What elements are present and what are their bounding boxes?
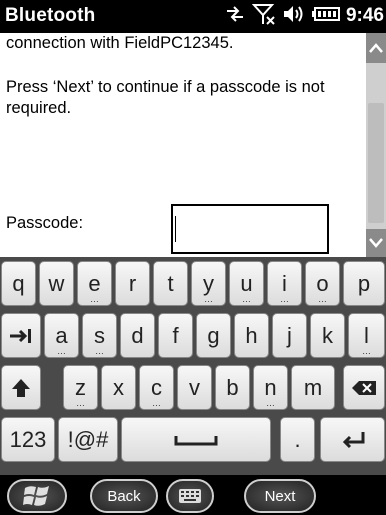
start-button[interactable] xyxy=(7,479,67,513)
more-chars-indicator: … xyxy=(90,294,99,304)
key-o[interactable]: o… xyxy=(305,261,340,306)
key-m[interactable]: m xyxy=(291,365,335,410)
enter-arrow-icon xyxy=(342,431,364,448)
period-key[interactable]: . xyxy=(280,417,315,462)
key-f[interactable]: f xyxy=(158,313,193,358)
key-v[interactable]: v xyxy=(177,365,212,410)
backspace-key[interactable] xyxy=(343,365,385,410)
key-b[interactable]: b xyxy=(215,365,250,410)
bottom-bar: Back Next xyxy=(0,475,386,515)
more-chars-indicator: … xyxy=(152,398,161,408)
more-chars-indicator: … xyxy=(57,346,66,356)
app-title: Bluetooth xyxy=(5,5,96,26)
enter-key[interactable] xyxy=(320,417,385,462)
data-sync-icon xyxy=(224,3,246,30)
key-a[interactable]: a… xyxy=(44,313,79,358)
key-j[interactable]: j xyxy=(272,313,307,358)
key-u[interactable]: u… xyxy=(229,261,264,306)
key-g[interactable]: g xyxy=(196,313,231,358)
chevron-down-icon xyxy=(369,238,383,248)
more-chars-indicator: … xyxy=(362,346,371,356)
key-r[interactable]: r xyxy=(115,261,150,306)
text-cursor xyxy=(175,216,176,242)
symbols-key[interactable]: !@# xyxy=(58,417,118,462)
key-k[interactable]: k xyxy=(310,313,345,358)
key-e[interactable]: e… xyxy=(77,261,112,306)
key-n[interactable]: n… xyxy=(253,365,288,410)
keyboard-toggle-button[interactable] xyxy=(166,479,214,513)
passcode-label: Passcode: xyxy=(6,214,84,232)
connection-text: connection with FieldPC12345. xyxy=(6,34,234,52)
more-chars-indicator: … xyxy=(76,398,85,408)
numbers-key[interactable]: 123 xyxy=(1,417,55,462)
status-icons: 9:46 xyxy=(224,2,384,31)
next-button[interactable]: Next xyxy=(244,479,316,513)
key-p[interactable]: p xyxy=(343,261,385,306)
windows-logo-icon xyxy=(23,486,49,506)
content-area: connection with FieldPC12345. Press ‘Nex… xyxy=(0,33,366,257)
tab-key[interactable] xyxy=(1,313,41,358)
soft-keyboard: q w e… r t y… u… i… o… p a… s… d f g h j… xyxy=(0,257,386,475)
more-chars-indicator: … xyxy=(280,294,289,304)
key-w[interactable]: w xyxy=(39,261,74,306)
back-button[interactable]: Back xyxy=(90,479,158,513)
key-d[interactable]: d xyxy=(120,313,155,358)
scroll-down-button[interactable] xyxy=(366,229,386,257)
volume-icon xyxy=(282,3,306,30)
more-chars-indicator: … xyxy=(95,346,104,356)
shift-key[interactable] xyxy=(1,365,41,410)
more-chars-indicator: … xyxy=(266,398,275,408)
battery-icon xyxy=(311,6,340,27)
instruction-text: Press ‘Next’ to continue if a passcode i… xyxy=(6,78,325,117)
keyboard-icon xyxy=(179,489,201,503)
key-t[interactable]: t xyxy=(153,261,188,306)
clock: 9:46 xyxy=(345,5,384,26)
key-c[interactable]: c… xyxy=(139,365,174,410)
space-key[interactable] xyxy=(121,417,271,462)
space-bar-icon xyxy=(174,435,218,445)
scroll-thumb[interactable] xyxy=(368,103,384,223)
key-z[interactable]: z… xyxy=(63,365,98,410)
more-chars-indicator: … xyxy=(204,294,213,304)
backspace-icon xyxy=(352,380,376,395)
key-h[interactable]: h xyxy=(234,313,269,358)
key-i[interactable]: i… xyxy=(267,261,302,306)
no-signal-icon xyxy=(251,2,276,31)
shift-arrow-icon xyxy=(12,378,30,397)
more-chars-indicator: … xyxy=(318,294,327,304)
key-s[interactable]: s… xyxy=(82,313,117,358)
tab-arrow-icon xyxy=(10,328,31,343)
vertical-scrollbar[interactable] xyxy=(366,33,386,257)
scroll-up-button[interactable] xyxy=(366,33,386,63)
key-q[interactable]: q xyxy=(1,261,36,306)
chevron-up-icon xyxy=(369,43,383,53)
key-x[interactable]: x xyxy=(101,365,136,410)
passcode-input[interactable] xyxy=(171,204,329,254)
key-l[interactable]: l… xyxy=(348,313,385,358)
key-y[interactable]: y… xyxy=(191,261,226,306)
more-chars-indicator: … xyxy=(242,294,251,304)
status-bar: Bluetooth 9:46 xyxy=(0,0,386,33)
